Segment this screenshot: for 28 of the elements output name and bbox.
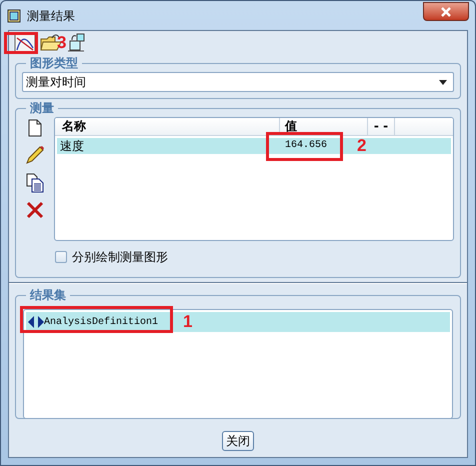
table-cell-text: 164.656 (285, 139, 328, 153)
table-cell-text: 速度 (59, 138, 85, 154)
delete-icon[interactable] (26, 201, 44, 219)
window-icon (7, 8, 21, 22)
close-button[interactable] (423, 2, 469, 21)
pencil-icon[interactable] (25, 145, 45, 165)
checkbox[interactable] (55, 251, 67, 263)
group-label: 测量 (26, 100, 58, 116)
column-header[interactable]: 值 (280, 118, 368, 135)
window-title: 测量结果 (27, 8, 75, 24)
graph-icon[interactable] (14, 32, 36, 52)
group-label: 图形类型 (26, 55, 82, 71)
close-icon (440, 6, 452, 16)
checkbox-label[interactable]: 分别绘制测量图形 (72, 248, 168, 266)
highlight-frame (4, 32, 38, 54)
graph-type-dropdown[interactable]: 测量对时间 (22, 72, 454, 92)
result-name: AnalysisDefinition1 (44, 316, 158, 330)
column-header[interactable]: - - (368, 118, 395, 135)
group-label: 结果集 (26, 287, 70, 303)
callout-number: 2 (357, 136, 366, 156)
copy-icon[interactable] (26, 173, 44, 193)
column-header[interactable]: 名称 (55, 118, 280, 135)
callout-number: 1 (183, 312, 192, 332)
callout-number: 3 (57, 33, 66, 53)
close-dialog-button[interactable]: 关闭 (222, 431, 254, 451)
new-page-icon[interactable] (28, 119, 42, 137)
arrows-icon (28, 316, 46, 328)
dropdown-arrow-icon (439, 80, 447, 84)
